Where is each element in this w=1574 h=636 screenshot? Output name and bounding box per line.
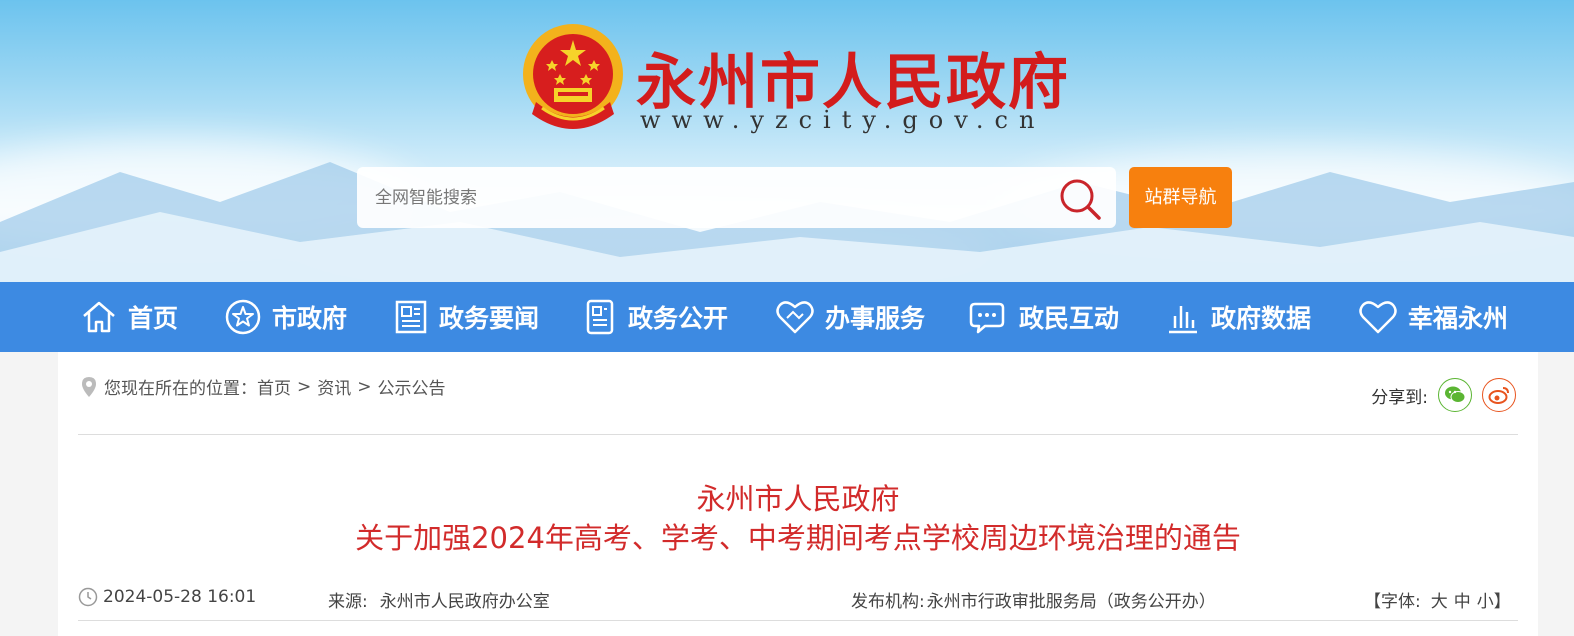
share-bar: 分享到: — [1371, 378, 1516, 412]
nav-item-government-news[interactable]: 政务要闻 — [393, 282, 539, 352]
font-size-control: 【字体: 大 中 小 】 — [1364, 587, 1511, 612]
divider — [78, 434, 1518, 435]
nav-item-label: 政务要闻 — [439, 304, 540, 333]
nav-item-label: 市政府 — [272, 304, 348, 333]
nav-item-label: 政府数据 — [1211, 304, 1312, 333]
weibo-icon — [1488, 387, 1509, 404]
nav-item-label: 办事服务 — [825, 304, 926, 333]
handshake-heart-icon — [776, 301, 814, 334]
nav-item-government-data[interactable]: 政府数据 — [1165, 282, 1311, 352]
breadcrumb: 您现在所在的位置： 首页 > 资讯 > 公示公告 — [80, 374, 446, 399]
star-circle-icon — [225, 299, 261, 335]
site-group-nav-button[interactable]: 站群导航 — [1129, 167, 1232, 228]
font-size-large-button[interactable]: 大 — [1431, 587, 1448, 612]
publisher-value: 永州市行政审批服务局（政务公开办） — [926, 592, 1216, 612]
source-value: 永州市人民政府办公室 — [379, 592, 550, 612]
article-source: 来源: 永州市人民政府办公室 — [328, 587, 550, 612]
news-icon — [395, 300, 427, 334]
nav-item-label: 政民互动 — [1019, 304, 1120, 333]
clock-icon — [78, 587, 98, 607]
breadcrumb-separator: > — [297, 376, 312, 397]
search-button[interactable] — [1057, 175, 1105, 221]
font-size-small-button[interactable]: 小 — [1477, 587, 1494, 612]
wechat-icon — [1445, 386, 1466, 403]
article-publisher: 发布机构: 永州市行政审批服务局（政务公开办） — [851, 587, 1216, 612]
nav-item-services[interactable]: 办事服务 — [775, 282, 925, 352]
site-header: 永州市人民政府 www.yzcity.gov.cn 站群导航 — [0, 0, 1574, 282]
nav-item-label: 首页 — [128, 304, 179, 333]
breadcrumb-prefix: 您现在所在的位置： — [104, 379, 257, 399]
search-input[interactable] — [375, 185, 1035, 211]
article-title-line1: 永州市人民政府 — [696, 482, 900, 516]
font-size-medium-button[interactable]: 中 — [1454, 587, 1471, 612]
publisher-label: 发布机构: — [851, 592, 925, 612]
bar-chart-icon — [1169, 306, 1197, 334]
search-box — [357, 167, 1116, 228]
article-container: 您现在所在的位置： 首页 > 资讯 > 公示公告 分享到: 永州市人民政府 关于… — [58, 352, 1538, 636]
main-nav: 首页 市政府 政务要闻 政务公开 办事服务 政民互动 政府数据 幸福永州 — [0, 282, 1574, 352]
nav-item-interaction[interactable]: 政民互动 — [969, 282, 1119, 352]
share-label: 分享到: — [1371, 387, 1428, 408]
search-icon — [1060, 179, 1101, 220]
article-datetime: 2024-05-28 16:01 — [78, 587, 256, 607]
font-size-label: 【字体: — [1364, 592, 1421, 612]
nav-item-happy-yongzhou[interactable]: 幸福永州 — [1358, 282, 1508, 352]
nav-item-city-government[interactable]: 市政府 — [224, 282, 347, 352]
breadcrumb-item-news[interactable]: 资讯 — [317, 374, 351, 399]
source-label: 来源: — [328, 592, 368, 612]
document-icon — [586, 299, 614, 335]
breadcrumb-item-home[interactable]: 首页 — [257, 374, 291, 399]
nav-item-label: 政务公开 — [628, 304, 729, 333]
national-emblem-logo — [523, 24, 623, 129]
home-icon — [83, 301, 115, 333]
breadcrumb-separator: > — [357, 376, 372, 397]
share-weibo-button[interactable] — [1482, 378, 1516, 412]
site-url: www.yzcity.gov.cn — [640, 106, 1046, 134]
font-size-close: 】 — [1493, 592, 1511, 612]
nav-item-label: 幸福永州 — [1408, 304, 1509, 333]
share-wechat-button[interactable] — [1438, 378, 1472, 412]
divider — [78, 620, 1518, 621]
heart-icon — [1359, 301, 1397, 334]
chat-icon — [969, 302, 1005, 334]
datetime-value: 2024-05-28 16:01 — [103, 587, 257, 607]
article-title-line2: 关于加强2024年高考、学考、中考期间考点学校周边环境治理的通告 — [355, 521, 1241, 555]
nav-item-home[interactable]: 首页 — [80, 282, 178, 352]
location-pin-icon — [82, 376, 96, 397]
nav-item-government-open[interactable]: 政务公开 — [584, 282, 728, 352]
breadcrumb-item-notices[interactable]: 公示公告 — [378, 374, 446, 399]
